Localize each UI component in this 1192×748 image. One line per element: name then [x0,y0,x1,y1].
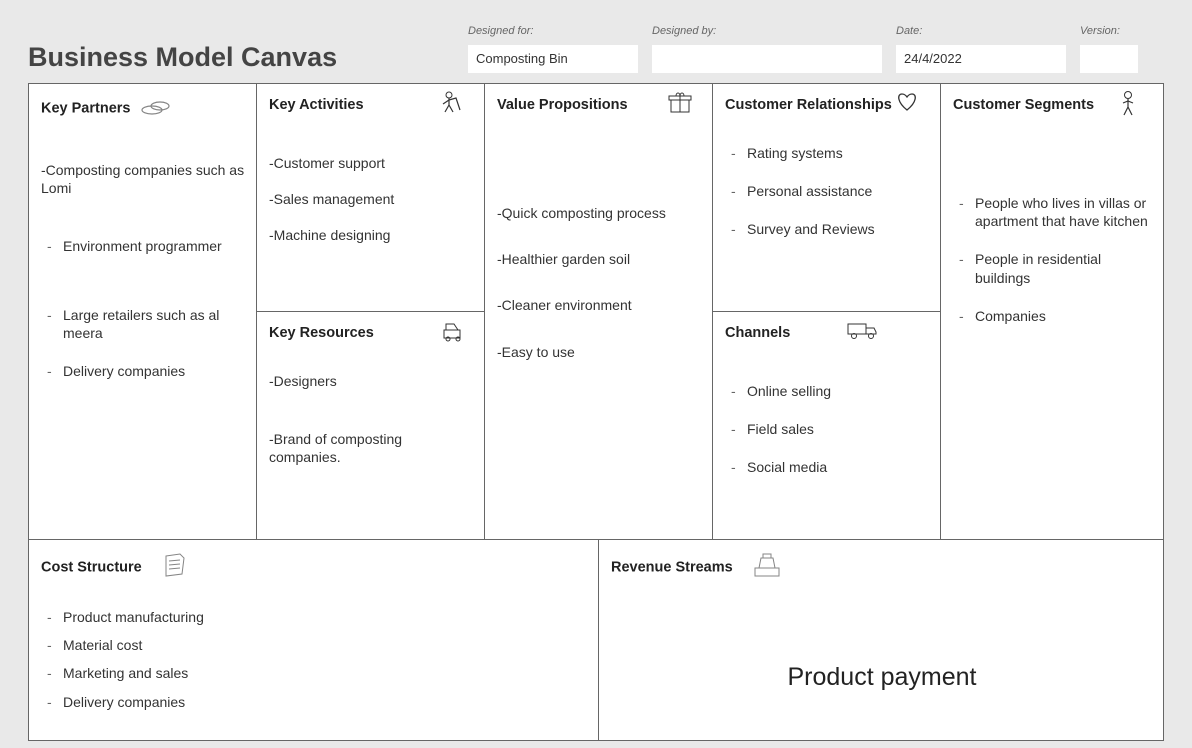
designed-for-input[interactable]: Composting Bin [468,45,638,73]
list-item: Field sales [725,410,930,448]
version-field: Version: [1080,25,1138,73]
list-item: Delivery companies [41,352,246,390]
designed-for-label: Designed for: [468,25,638,37]
list-item: -Quick composting process [497,204,702,222]
document-title: Business Model Canvas [28,18,448,73]
person-icon [1117,90,1151,116]
revenue-streams-value: Product payment [611,663,1153,692]
designed-by-field: Designed by: [652,25,882,73]
customer-segments-title: Customer Segments [953,97,1094,113]
meta-fields: Designed for: Composting Bin Designed by… [468,25,1164,73]
list-item: Marketing and sales [41,659,588,687]
header: Business Model Canvas Designed for: Comp… [28,18,1164,73]
list-item: -Sales management [269,190,474,208]
machine-icon [438,318,472,344]
list-item: -Easy to use [497,343,702,361]
list-item: Product manufacturing [41,603,588,631]
list-item: Personal assistance [725,172,930,210]
document-icon [160,552,190,583]
date-label: Date: [896,25,1066,37]
key-activities-title: Key Activities [269,97,364,113]
list-item: Social media [725,448,930,486]
list-item: Large retailers such as al meera [41,296,246,352]
designed-for-field: Designed for: Composting Bin [468,25,638,73]
customer-segments-list: People who lives in villas or apartment … [953,184,1153,335]
version-input[interactable] [1080,45,1138,73]
version-label: Version: [1080,25,1138,37]
link-icon [139,96,173,121]
key-resources-cell: Key Resources -Designers -Brand of compo… [257,312,485,540]
key-partners-list: Environment programmer Large retailers s… [41,227,246,390]
truck-icon [846,318,880,344]
key-partners-title: Key Partners [41,101,130,117]
date-input[interactable]: 24/4/2022 [896,45,1066,73]
channels-title: Channels [725,325,790,341]
revenue-streams-cell: Revenue Streams Product payment [599,540,1163,740]
key-partners-cell: Key Partners -Composting companies such … [29,84,257,540]
list-item: Delivery companies [41,688,588,716]
value-propositions-title: Value Propositions [497,97,628,113]
list-item: People who lives in villas or apartment … [953,184,1153,240]
list-item: People in residential buildings [953,240,1153,296]
list-item: Environment programmer [41,227,246,295]
date-field: Date: 24/4/2022 [896,25,1066,73]
canvas-grid: Key Partners -Composting companies such … [28,83,1164,741]
key-resources-title: Key Resources [269,325,374,341]
worker-icon [438,90,472,116]
customer-relationships-title: Customer Relationships [725,97,892,113]
list-item: Survey and Reviews [725,210,930,248]
channels-cell: Channels Online selling Field sales Soci… [713,312,941,540]
customer-segments-cell: Customer Segments People who lives in vi… [941,84,1163,540]
key-activities-cell: Key Activities -Customer support -Sales … [257,84,485,312]
cash-register-icon [751,552,783,583]
list-item: -Brand of composting companies. [269,430,474,466]
designed-by-label: Designed by: [652,25,882,37]
designed-by-input[interactable] [652,45,882,73]
cost-structure-list: Product manufacturing Material cost Mark… [41,603,588,716]
heart-icon [894,90,928,116]
list-item: Companies [953,297,1153,335]
channels-list: Online selling Field sales Social media [725,372,930,487]
list-item: -Customer support [269,154,474,172]
list-item: Rating systems [725,134,930,172]
cost-structure-cell: Cost Structure Product manufacturing Mat… [29,540,599,740]
gift-icon [666,90,700,116]
list-item: -Machine designing [269,226,474,244]
cost-structure-title: Cost Structure [41,560,142,576]
customer-relationships-list: Rating systems Personal assistance Surve… [725,134,930,249]
list-item: Online selling [725,372,930,410]
list-item: -Designers [269,372,474,390]
page: Business Model Canvas Designed for: Comp… [0,0,1192,741]
customer-relationships-cell: Customer Relationships Rating systems Pe… [713,84,941,312]
revenue-streams-title: Revenue Streams [611,560,733,576]
list-item: Material cost [41,631,588,659]
bottom-row: Cost Structure Product manufacturing Mat… [29,540,1163,740]
value-propositions-cell: Value Propositions -Quick composting pro… [485,84,713,540]
list-item: -Composting companies such as Lomi [41,161,246,197]
list-item: -Healthier garden soil [497,250,702,268]
list-item: -Cleaner environment [497,296,702,314]
